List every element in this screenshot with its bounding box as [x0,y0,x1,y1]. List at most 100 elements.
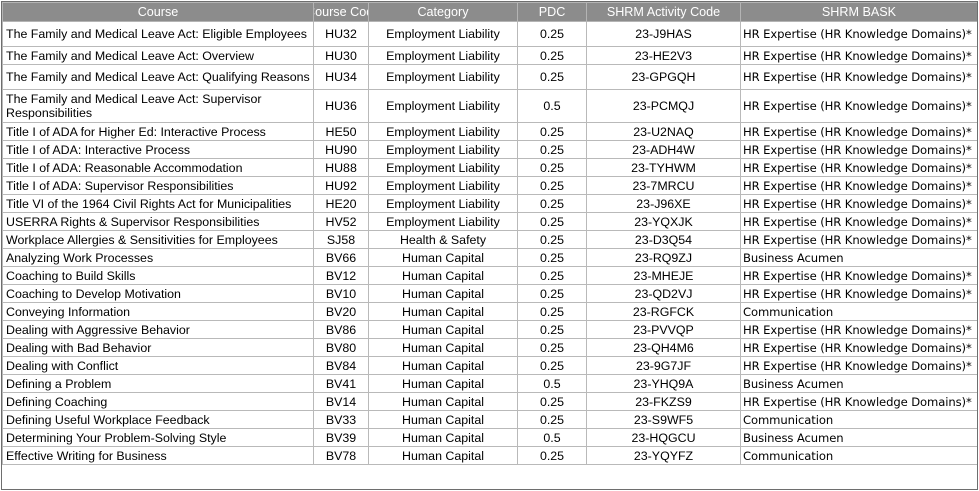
table-body: The Family and Medical Leave Act: Eligib… [2,21,977,465]
cell-category: Human Capital [368,392,518,411]
cell-course-code: BV10 [313,284,369,303]
cell-course: Title I of ADA for Higher Ed: Interactiv… [2,122,314,141]
table-row: Defining Coaching BV14 Human Capital 0.25 23… [2,392,977,411]
table-row: Title I of ADA: Supervisor Responsibilit… [2,176,977,195]
cell-category: Human Capital [368,248,518,267]
cell-category: Human Capital [368,410,518,429]
header-shrm-activity-code: SHRM Activity Code [586,2,741,22]
cell-course: Conveying Information [2,302,314,321]
cell-bask: HR Expertise (HR Knowledge Domains)* [740,194,977,213]
table-row: Coaching to Develop Motivation BV10 Human … [2,284,977,303]
cell-activity-code: 23-7MRCU [586,176,741,195]
cell-activity-code: 23-YHQ9A [586,374,741,393]
table-row: Determining Your Problem-Solving Style BV… [2,428,977,447]
cell-course: Title I of ADA: Interactive Process [2,140,314,159]
cell-category: Employment Liability [368,194,518,213]
cell-activity-code: 23-9G7JF [586,356,741,375]
cell-category: Human Capital [368,266,518,285]
cell-course: Defining Useful Workplace Feedback [2,410,314,429]
cell-pdc: 0.25 [517,122,587,141]
cell-category: Human Capital [368,446,518,465]
cell-category: Human Capital [368,302,518,321]
cell-bask: HR Expertise (HR Knowledge Domains)* [740,21,977,47]
cell-category: Employment Liability [368,64,518,90]
cell-category: Human Capital [368,356,518,375]
cell-activity-code: 23-PVVQP [586,320,741,339]
cell-category: Employment Liability [368,46,518,65]
cell-course-code: HU88 [313,158,369,177]
cell-course: USERRA Rights & Supervisor Responsibilit… [2,212,314,231]
cell-course-code: HU92 [313,176,369,195]
table-row: Coaching to Build Skills BV12 Human Capita… [2,266,977,285]
cell-course-code: HU30 [313,46,369,65]
cell-pdc: 0.25 [517,410,587,429]
cell-course-code: HE20 [313,194,369,213]
cell-category: Employment Liability [368,122,518,141]
cell-pdc: 0.25 [517,284,587,303]
header-category: Category [368,2,518,22]
cell-course-code: BV41 [313,374,369,393]
cell-course: Dealing with Bad Behavior [2,338,314,357]
cell-bask: HR Expertise (HR Knowledge Domains)* [740,89,977,123]
header-pdc: PDC [517,2,587,22]
cell-pdc: 0.25 [517,302,587,321]
cell-category: Human Capital [368,284,518,303]
cell-course: Dealing with Aggressive Behavior [2,320,314,339]
cell-course-code: HU36 [313,89,369,123]
cell-category: Employment Liability [368,212,518,231]
cell-course: Title I of ADA: Reasonable Accommodation [2,158,314,177]
cell-category: Employment Liability [368,158,518,177]
cell-activity-code: 23-FKZS9 [586,392,741,411]
table-row: Defining Useful Workplace Feedback BV33 Hu… [2,410,977,429]
cell-course-code: HU32 [313,21,369,47]
cell-pdc: 0.25 [517,338,587,357]
cell-category: Employment Liability [368,140,518,159]
cell-bask: HR Expertise (HR Knowledge Domains)* [740,230,977,249]
cell-activity-code: 23-PCMQJ [586,89,741,123]
cell-pdc: 0.25 [517,320,587,339]
table-row: Title VI of the 1964 Civil Rights Act fo… [2,194,977,213]
cell-activity-code: 23-J9HAS [586,21,741,47]
cell-course: Dealing with Conflict [2,356,314,375]
cell-bask: Business Acumen [740,428,977,447]
cell-pdc: 0.25 [517,356,587,375]
cell-category: Human Capital [368,428,518,447]
cell-course-code: BV12 [313,266,369,285]
cell-activity-code: 23-S9WF5 [586,410,741,429]
cell-bask: HR Expertise (HR Knowledge Domains)* [740,338,977,357]
cell-course: The Family and Medical Leave Act: Qualif… [2,64,314,90]
cell-category: Human Capital [368,338,518,357]
cell-category: Human Capital [368,320,518,339]
cell-course-code: BV14 [313,392,369,411]
cell-pdc: 0.25 [517,46,587,65]
cell-course-code: BV66 [313,248,369,267]
table-row: USERRA Rights & Supervisor Responsibilit… [2,212,977,231]
course-table-frame: Course Course Code Category PDC SHRM Act… [1,1,978,490]
course-table: Course Course Code Category PDC SHRM Act… [2,2,977,465]
cell-course-code: BV78 [313,446,369,465]
cell-course: The Family and Medical Leave Act: Overvi… [2,46,314,65]
cell-activity-code: 23-TYHWM [586,158,741,177]
cell-bask: HR Expertise (HR Knowledge Domains)* [740,176,977,195]
table-row: Title I of ADA for Higher Ed: Interactiv… [2,122,977,141]
cell-activity-code: 23-GPGQH [586,64,741,90]
cell-course: Title I of ADA: Supervisor Responsibilit… [2,176,314,195]
cell-activity-code: 23-YQXJK [586,212,741,231]
cell-pdc: 0.25 [517,248,587,267]
table-row: Defining a Problem BV41 Human Capital 0.5 23… [2,374,977,393]
table-row: Conveying Information BV20 Human Capital 0.… [2,302,977,321]
cell-bask: Communication [740,302,977,321]
cell-course-code: HU34 [313,64,369,90]
cell-activity-code: 23-HE2V3 [586,46,741,65]
cell-pdc: 0.5 [517,428,587,447]
cell-pdc: 0.5 [517,89,587,123]
cell-pdc: 0.25 [517,158,587,177]
cell-course: Coaching to Develop Motivation [2,284,314,303]
cell-bask: Communication [740,410,977,429]
table-row: Dealing with Bad Behavior BV80 Human Capit… [2,338,977,357]
cell-course: Workplace Allergies & Sensitivities for … [2,230,314,249]
table-row: Title I of ADA: Reasonable Accommodation… [2,158,977,177]
cell-activity-code: 23-U2NAQ [586,122,741,141]
header-shrm-bask: SHRM BASK [740,2,977,22]
cell-pdc: 0.5 [517,374,587,393]
